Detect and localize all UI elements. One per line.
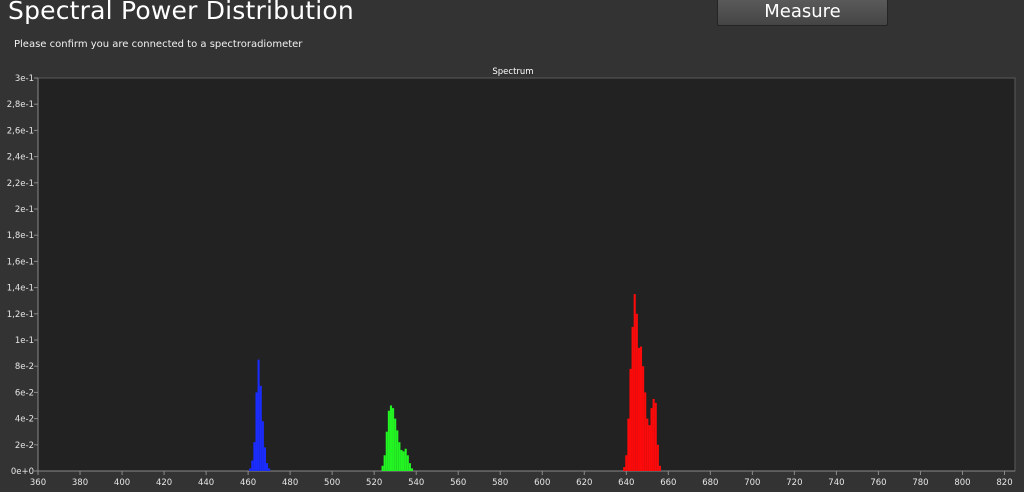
spectrum-bar xyxy=(259,385,262,471)
spectrum-bar xyxy=(268,468,271,471)
spectrum-bar xyxy=(265,463,269,471)
y-tick-label: 2,8e-1 xyxy=(7,100,34,110)
spectrum-bar xyxy=(383,455,386,471)
spectrum-bar xyxy=(396,430,399,471)
spectrum-bar xyxy=(408,463,411,471)
spectrum-bar xyxy=(631,326,634,471)
y-tick-label: 2e-2 xyxy=(15,441,34,451)
x-tick-label: 760 xyxy=(870,478,886,488)
x-tick-label: 660 xyxy=(660,478,676,488)
y-tick-label: 1,8e-1 xyxy=(7,231,34,241)
x-tick-label: 680 xyxy=(702,478,718,488)
spectrum-bar xyxy=(398,442,401,471)
spectrum-bar xyxy=(261,421,264,471)
x-tick-label: 560 xyxy=(450,478,466,488)
x-tick-label: 360 xyxy=(30,478,46,488)
spectrum-bar xyxy=(635,313,638,471)
x-tick-label: 580 xyxy=(492,478,508,488)
y-tick-label: 0e+0 xyxy=(11,467,34,477)
y-tick-label: 2,4e-1 xyxy=(7,153,34,163)
spectrum-bar xyxy=(644,392,647,471)
spectrum-bar xyxy=(249,468,252,471)
spectrum-bar xyxy=(623,467,626,471)
spectrum-bar xyxy=(642,366,645,471)
x-tick-label: 460 xyxy=(240,478,256,488)
spectrum-bar xyxy=(251,460,254,471)
spectrum-chart: Spectrum 3e-1 2,8e-1 2,6e-1 2,4e-1 2,2e-1 2e-… xyxy=(0,62,1024,488)
spectrum-bar xyxy=(389,405,393,471)
spectrum-bar xyxy=(257,359,260,471)
y-tick-label: 3e-1 xyxy=(15,74,34,84)
x-tick-label: 420 xyxy=(156,478,172,488)
spectrum-bar xyxy=(652,398,655,471)
x-tick-label: 380 xyxy=(72,478,88,488)
y-tick-label: 2e-1 xyxy=(15,205,34,215)
spectrum-bar xyxy=(648,425,651,471)
spectrum-bar xyxy=(629,368,632,471)
spectrum-bar xyxy=(410,468,414,471)
spectrum-bar xyxy=(255,392,258,471)
spectrum-bar xyxy=(658,465,661,471)
y-tick-label: 8e-2 xyxy=(15,362,34,372)
x-tick-label: 780 xyxy=(912,478,928,488)
spectrum-bar xyxy=(650,408,653,471)
plot-area xyxy=(37,77,1016,472)
y-tick-label: 4e-2 xyxy=(15,415,34,425)
spectrum-bar xyxy=(253,442,256,471)
spectrum-bar xyxy=(656,444,659,471)
page-title: Spectral Power Distribution xyxy=(8,0,354,25)
spectrum-bar xyxy=(633,294,636,471)
x-tick-label: 740 xyxy=(828,478,844,488)
spectrum-bar xyxy=(406,455,409,471)
spectrum-bar xyxy=(400,450,403,471)
x-tick-label: 700 xyxy=(744,478,760,488)
spectrum-bar xyxy=(646,418,649,471)
spectrum-bar xyxy=(402,451,405,471)
connection-status-text: Please confirm you are connected to a sp… xyxy=(14,39,303,50)
chart-title: Spectrum xyxy=(492,67,533,77)
spectrum-bar xyxy=(637,347,640,471)
x-tick-label: 720 xyxy=(786,478,802,488)
spectrum-bar xyxy=(627,418,630,471)
y-tick-label: 1,4e-1 xyxy=(7,284,34,294)
x-tick-label: 800 xyxy=(954,478,970,488)
x-tick-label: 820 xyxy=(996,478,1012,488)
y-tick-label: 6e-2 xyxy=(15,388,34,398)
spectrum-bar xyxy=(392,408,395,471)
y-tick-label: 1,2e-1 xyxy=(7,310,34,320)
spectrum-bar xyxy=(404,448,407,471)
spectrum-bar xyxy=(625,455,628,471)
x-axis: 360 380 400 420 440 460 480 500 520 540 560 580 600 6… xyxy=(30,471,1013,488)
y-tick-label: 2,6e-1 xyxy=(7,126,34,136)
x-tick-label: 500 xyxy=(324,478,340,488)
y-tick-label: 1,6e-1 xyxy=(7,257,34,267)
y-axis: 3e-1 2,8e-1 2,6e-1 2,4e-1 2,2e-1 2e-1 1,8e-1 1,… xyxy=(7,74,38,477)
y-tick-label: 1e-1 xyxy=(15,336,34,346)
spectrum-bar xyxy=(387,410,390,471)
spectrum-bar xyxy=(263,447,266,471)
spectrum-bar xyxy=(394,418,397,471)
x-tick-label: 640 xyxy=(618,478,634,488)
y-tick-label: 2,2e-1 xyxy=(7,179,34,189)
x-tick-label: 620 xyxy=(576,478,592,488)
spectrum-chart-svg: Spectrum 3e-1 2,8e-1 2,6e-1 2,4e-1 2,2e-1 2e-… xyxy=(7,67,1016,488)
x-tick-label: 440 xyxy=(198,478,214,488)
spectrum-bar xyxy=(654,402,657,471)
measure-button[interactable]: Measure xyxy=(717,0,888,26)
x-tick-label: 520 xyxy=(366,478,382,488)
x-tick-label: 400 xyxy=(114,478,130,488)
x-tick-label: 540 xyxy=(408,478,424,488)
x-tick-label: 480 xyxy=(282,478,298,488)
x-tick-label: 600 xyxy=(534,478,550,488)
spectrum-bar xyxy=(381,465,384,471)
spectrum-bar xyxy=(639,346,643,471)
spectrum-bar xyxy=(385,431,388,471)
